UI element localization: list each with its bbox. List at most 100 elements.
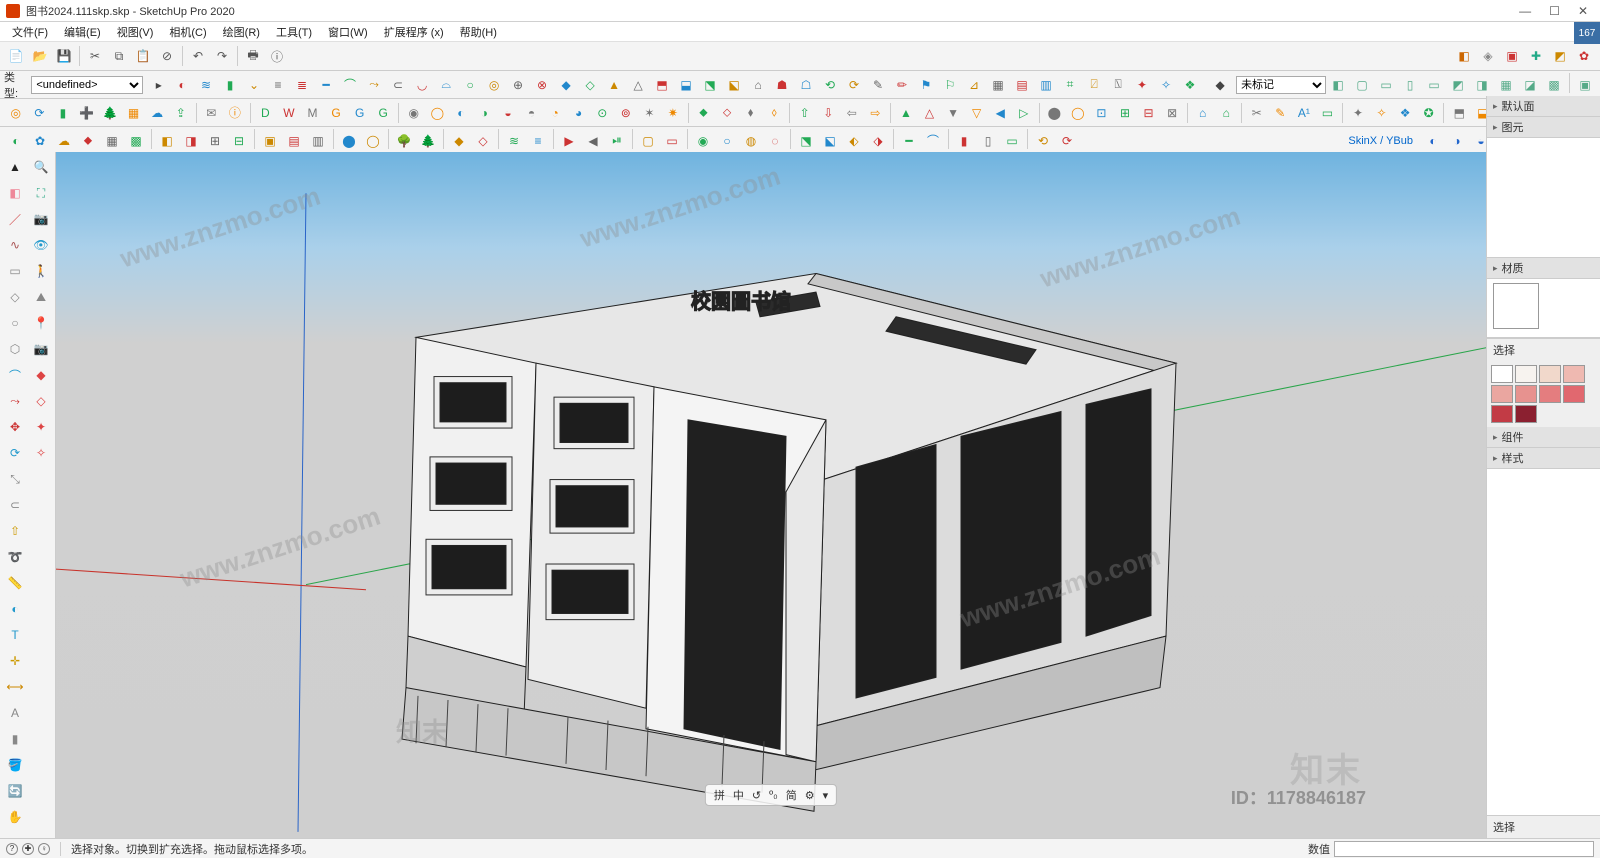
tb3-tool-34[interactable]: ⬧ <box>740 102 762 124</box>
window-maximize-button[interactable]: ☐ <box>1549 4 1560 18</box>
followme-tool[interactable]: ➰ <box>3 545 27 569</box>
tb3-tool-47[interactable]: ▷ <box>1013 102 1035 124</box>
3dtext-tool[interactable]: A <box>3 701 27 725</box>
tb2-tool-22[interactable]: ⬔ <box>699 74 721 96</box>
tb4-tool-32[interactable]: ▢ <box>637 130 659 152</box>
orbit-tool[interactable]: 🔄 <box>3 779 27 803</box>
view-front-icon[interactable]: ▭ <box>1375 74 1397 96</box>
tb4-tool-43[interactable]: ⬗ <box>867 130 889 152</box>
tb3-tool-35[interactable]: ⬨ <box>763 102 785 124</box>
position-camera-tool[interactable]: 📷 <box>29 207 53 231</box>
ime-view-controls[interactable]: 拼 中 ↺ º₀ 简 ⚙ ▾ <box>705 784 837 806</box>
tb2-tool-37[interactable]: ⌗ <box>1059 74 1081 96</box>
tray-section-styles[interactable]: 样式 <box>1487 448 1600 469</box>
swatch-8[interactable] <box>1491 405 1513 423</box>
menu-help[interactable]: 帮助(H) <box>454 24 503 40</box>
tb3-tool-61[interactable]: A¹ <box>1293 102 1315 124</box>
tb2-tool-25[interactable]: ☗ <box>771 74 793 96</box>
menu-extensions[interactable]: 扩展程序 (x) <box>378 24 450 40</box>
geolocation-icon[interactable]: ✚ <box>22 843 34 855</box>
tb3-tool-24[interactable]: ◓ <box>521 102 543 124</box>
lookaround-tool[interactable]: 👁 <box>29 233 53 257</box>
tb4-tool-37[interactable]: ◍ <box>740 130 762 152</box>
tb4-tool-52[interactable]: ⟲ <box>1032 130 1054 152</box>
tb2-tool-42[interactable]: ❖ <box>1179 74 1201 96</box>
eraser-tool[interactable]: ◧ <box>3 181 27 205</box>
tb3-tool-2[interactable]: ▮ <box>52 102 74 124</box>
tb2-tool-15[interactable]: ⊗ <box>531 74 553 96</box>
tb3-tool-50[interactable]: ◯ <box>1067 102 1089 124</box>
tb3-tool-1[interactable]: ⟳ <box>29 102 51 124</box>
vc-2[interactable]: ↺ <box>752 789 761 802</box>
window-close-button[interactable]: ✕ <box>1578 4 1588 18</box>
menu-file[interactable]: 文件(F) <box>6 24 54 40</box>
credits-icon[interactable]: ♀ <box>38 843 50 855</box>
swatch-6[interactable] <box>1539 385 1561 403</box>
tb3-tool-12[interactable]: D <box>255 102 277 124</box>
tb4-tool-13[interactable]: ▤ <box>283 130 305 152</box>
view-iso-icon[interactable]: ◧ <box>1327 74 1349 96</box>
cut-icon[interactable]: ✂ <box>84 45 106 67</box>
delete-icon[interactable]: ⊘ <box>156 45 178 67</box>
vc-5[interactable]: ⚙ <box>805 789 815 802</box>
vc-1[interactable]: 中 <box>733 787 744 803</box>
tb2-tool-0[interactable]: ◐ <box>171 74 193 96</box>
tb2-tool-28[interactable]: ⟳ <box>843 74 865 96</box>
pan-tool[interactable]: ✋ <box>3 805 27 829</box>
swatch-0[interactable] <box>1491 365 1513 383</box>
vc-6[interactable]: ▾ <box>823 789 829 802</box>
menu-view[interactable]: 视图(V) <box>111 24 160 40</box>
tb3-tool-40[interactable]: ⇨ <box>865 102 887 124</box>
tb3-tool-43[interactable]: △ <box>919 102 941 124</box>
zoom-extents-tool[interactable]: ⛶ <box>29 181 53 205</box>
tray-section-materials[interactable]: 材质 <box>1487 258 1600 279</box>
paste-icon[interactable]: 📋 <box>132 45 154 67</box>
tb4-tool-16[interactable]: ⬤ <box>338 130 360 152</box>
copy-icon[interactable]: ⧉ <box>108 45 130 67</box>
sandbox-tool[interactable]: ⛰ <box>29 285 53 309</box>
swatch-4[interactable] <box>1491 385 1513 403</box>
rotated-rect-tool[interactable]: ◇ <box>3 285 27 309</box>
tb3-tool-10[interactable]: ⓘ <box>224 102 246 124</box>
tb3-tool-20[interactable]: ◯ <box>427 102 449 124</box>
tb4-tool-36[interactable]: ○ <box>716 130 738 152</box>
offset-tool[interactable]: ⊂ <box>3 493 27 517</box>
type-apply-button[interactable]: ▸ <box>148 74 169 96</box>
new-file-icon[interactable]: 📄 <box>5 45 27 67</box>
skin-a[interactable]: ◐ <box>1422 130 1444 152</box>
tb2-tool-30[interactable]: ✏ <box>891 74 913 96</box>
tray-section-defaultface[interactable]: 默认面 <box>1487 96 1600 117</box>
rotate-tool[interactable]: ⟳ <box>3 441 27 465</box>
tb4-tool-49[interactable]: ▯ <box>977 130 999 152</box>
tb2-tool-31[interactable]: ⚑ <box>915 74 937 96</box>
tb3-tool-6[interactable]: ☁ <box>146 102 168 124</box>
tb2-tool-23[interactable]: ⬕ <box>723 74 745 96</box>
dimension-tool[interactable]: ⟷ <box>3 675 27 699</box>
photo-match-tool[interactable]: 📷 <box>29 337 53 361</box>
tb2-tool-36[interactable]: ▥ <box>1035 74 1057 96</box>
tb2-tool-29[interactable]: ✎ <box>867 74 889 96</box>
tb4-tool-23[interactable]: ◇ <box>472 130 494 152</box>
hidden-icon[interactable]: ▦ <box>1495 74 1517 96</box>
tb2-tool-32[interactable]: ⚐ <box>939 74 961 96</box>
tb4-tool-12[interactable]: ▣ <box>259 130 281 152</box>
tb2-tool-4[interactable]: ≡ <box>267 74 289 96</box>
tb3-tool-17[interactable]: G <box>372 102 394 124</box>
plugin-c[interactable]: ✦ <box>29 415 53 439</box>
tb2-tool-2[interactable]: ▮ <box>219 74 241 96</box>
tb3-tool-45[interactable]: ▽ <box>966 102 988 124</box>
tb3-tool-52[interactable]: ⊞ <box>1114 102 1136 124</box>
tb3-tool-33[interactable]: ⬦ <box>716 102 738 124</box>
line-tool[interactable]: ／ <box>3 207 27 231</box>
protractor-tool[interactable]: ◐ <box>3 597 27 621</box>
tb2-tool-14[interactable]: ⊕ <box>507 74 529 96</box>
add-location-tool[interactable]: 📍 <box>29 311 53 335</box>
tb3-tool-67[interactable]: ✪ <box>1418 102 1440 124</box>
view-right-icon[interactable]: ▯ <box>1399 74 1421 96</box>
swatch-1[interactable] <box>1515 365 1537 383</box>
tb2-tool-20[interactable]: ⬒ <box>651 74 673 96</box>
save-icon[interactable]: 💾 <box>53 45 75 67</box>
tb4-tool-22[interactable]: ◆ <box>448 130 470 152</box>
pushpull-tool[interactable]: ⇧ <box>3 519 27 543</box>
viewport-canvas[interactable]: 校園圖书馆 <box>56 152 1486 838</box>
